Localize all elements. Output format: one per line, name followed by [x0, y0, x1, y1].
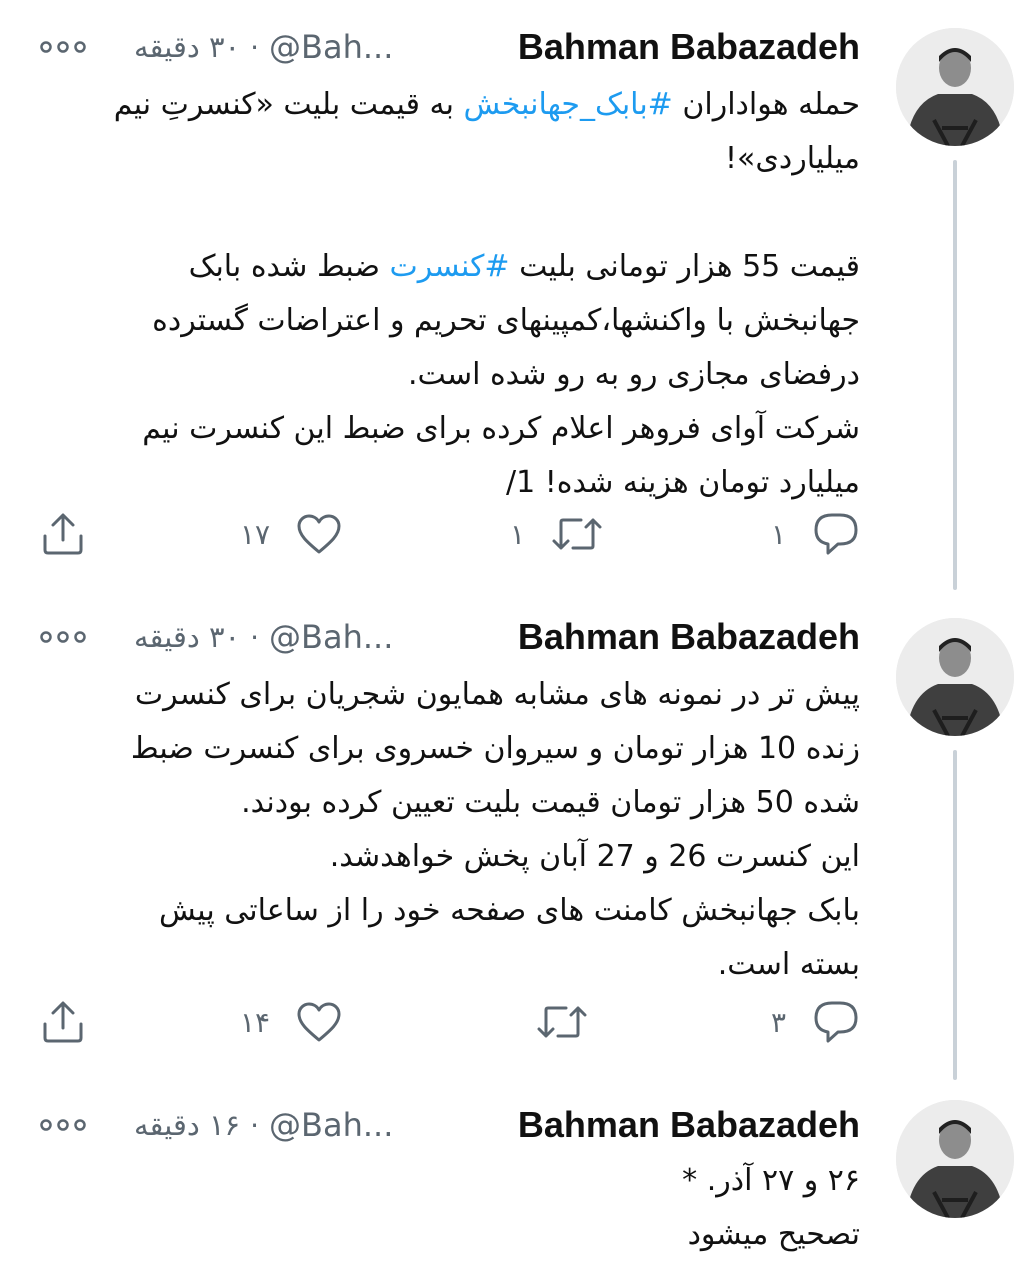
avatar[interactable]	[896, 1100, 1014, 1218]
hashtag-link[interactable]: #کنسرت	[390, 249, 510, 284]
tweet-text-line: شرکت آوای فروهر اعلام کرده برای ضبط این …	[44, 402, 860, 456]
tweet-text-line: زنده 10 هزار تومان و سیروان خسروی برای ک…	[44, 722, 860, 776]
like-count: ۱۴	[240, 1005, 271, 1039]
retweet-count: ۱	[510, 517, 526, 551]
heart-icon	[296, 1001, 342, 1043]
tweet-text: حمله هواداران #بابک_جهانبخش به قیمت بلیت…	[44, 78, 860, 510]
retweet-button[interactable]: ۱	[510, 514, 603, 554]
tweet-text-segment: میلیاردی»!	[725, 141, 860, 176]
reply-button[interactable]: ۱	[771, 511, 860, 557]
like-button[interactable]: ۱۷	[240, 513, 342, 555]
tweet-time[interactable]: ۱۶ دقیقه	[134, 1108, 240, 1142]
tweet-text-line: بابک جهانبخش کامنت های صفحه خود را از سا…	[44, 884, 860, 938]
tweet-text-segment: شده 50 هزار تومان قیمت بلیت تعیین کرده ب…	[241, 785, 860, 820]
reply-bubble-icon	[812, 511, 860, 557]
tweet-text-segment: ضبط شده بابک	[188, 249, 390, 284]
tweet[interactable]: ۳۰ دقیقه · @Bah... Bahman Babazadeh پیش …	[0, 590, 1032, 1080]
thread-connector-line	[953, 750, 957, 1080]
tweet-text-segment: درفضای مجازی رو به رو شده است.	[407, 357, 860, 392]
tweet-text-segment: این کنسرت 26 و 27 آبان پخش خواهدشد.	[329, 839, 860, 874]
tweet-text-segment: پیش تر در نمونه های مشابه همایون شجریان …	[134, 677, 860, 712]
tweet-text-segment: شرکت آوای فروهر اعلام کرده برای ضبط این …	[142, 411, 860, 446]
tweet-text-line: این کنسرت 26 و 27 آبان پخش خواهدشد.	[44, 830, 860, 884]
tweet-text-line: ۲۶ و ۲۷ آذر. *	[44, 1154, 860, 1208]
heart-icon	[296, 513, 342, 555]
tweet-text-line: شده 50 هزار تومان قیمت بلیت تعیین کرده ب…	[44, 776, 860, 830]
tweet-text-segment: حمله هواداران	[672, 87, 860, 122]
reply-bubble-icon	[812, 999, 860, 1045]
tweet-text-line: درفضای مجازی رو به رو شده است.	[44, 348, 860, 402]
thread-connector-line	[953, 160, 957, 590]
tweet-text-segment: تصحیح میشود	[687, 1217, 860, 1252]
tweet-text-line: بسته است.	[44, 938, 860, 992]
like-count: ۱۷	[240, 517, 271, 551]
tweet-text-segment: زنده 10 هزار تومان و سیروان خسروی برای ک…	[130, 731, 860, 766]
retweet-arrows-icon	[551, 514, 603, 554]
avatar[interactable]	[896, 28, 1014, 146]
user-display-name[interactable]: Bahman Babazadeh	[518, 1104, 860, 1146]
tweet-text-line: پیش تر در نمونه های مشابه همایون شجریان …	[44, 668, 860, 722]
tweet[interactable]: ۱۶ دقیقه · @Bah... Bahman Babazadeh ۲۶ و…	[0, 1080, 1032, 1280]
reply-count: ۳	[770, 1005, 786, 1039]
user-handle[interactable]: @Bah...	[269, 28, 393, 66]
tweet-text-line: میلیاردی»!	[44, 132, 860, 186]
tweet-time[interactable]: ۳۰ دقیقه	[134, 620, 240, 654]
reply-button[interactable]: ۳	[771, 999, 860, 1045]
like-button[interactable]: ۱۴	[240, 1001, 342, 1043]
reply-count: ۱	[770, 517, 786, 551]
tweet-text-segment: قیمت 55 هزار تومانی بلیت	[509, 249, 860, 284]
tweet-text-segment: جهانبخش با واکنشها،کمپینهای تحریم و اعتر…	[152, 303, 860, 338]
tweet-text-line: تصحیح میشود	[44, 1208, 860, 1262]
avatar[interactable]	[896, 618, 1014, 736]
tweet-text-segment: بسته است.	[717, 947, 860, 982]
user-handle[interactable]: @Bah...	[269, 618, 393, 656]
separator-dot: ·	[250, 620, 260, 654]
tweet-text-segment: ۲۶ و ۲۷ آذر. *	[682, 1163, 860, 1198]
tweet-text-segment: میلیارد تومان هزینه شده! 1/	[505, 465, 860, 500]
tweet-text-segment: بابک جهانبخش کامنت های صفحه خود را از سا…	[159, 893, 860, 928]
tweet-text-segment: به قیمت بلیت «کنسرتِ نیم	[113, 87, 464, 122]
user-handle[interactable]: @Bah...	[269, 1106, 393, 1144]
tweet[interactable]: ۳۰ دقیقه · @Bah... Bahman Babazadeh حمله…	[0, 0, 1032, 590]
share-button[interactable]	[40, 512, 86, 556]
more-dots-icon[interactable]	[40, 37, 90, 57]
retweet-arrows-icon	[536, 1002, 588, 1042]
tweet-text-line: جهانبخش با واکنشها،کمپینهای تحریم و اعتر…	[44, 294, 860, 348]
tweet-text: ۲۶ و ۲۷ آذر. * تصحیح میشود	[44, 1154, 860, 1262]
user-display-name[interactable]: Bahman Babazadeh	[518, 26, 860, 68]
hashtag-link[interactable]: #بابک_جهانبخش	[463, 87, 672, 122]
separator-dot: ·	[250, 1108, 260, 1142]
tweet-text: پیش تر در نمونه های مشابه همایون شجریان …	[44, 668, 860, 992]
share-upload-icon	[40, 1000, 86, 1044]
share-button[interactable]	[40, 1000, 86, 1044]
tweet-text-line: حمله هواداران #بابک_جهانبخش به قیمت بلیت…	[44, 78, 860, 132]
more-dots-icon[interactable]	[40, 627, 90, 647]
tweet-time[interactable]: ۳۰ دقیقه	[134, 30, 240, 64]
tweet-text-line: میلیارد تومان هزینه شده! 1/	[44, 456, 860, 510]
separator-dot: ·	[250, 30, 260, 64]
user-display-name[interactable]: Bahman Babazadeh	[518, 616, 860, 658]
share-upload-icon	[40, 512, 86, 556]
retweet-button[interactable]	[510, 1002, 588, 1042]
tweet-text-line: قیمت 55 هزار تومانی بلیت #کنسرت ضبط شده …	[44, 240, 860, 294]
more-dots-icon[interactable]	[40, 1115, 90, 1135]
